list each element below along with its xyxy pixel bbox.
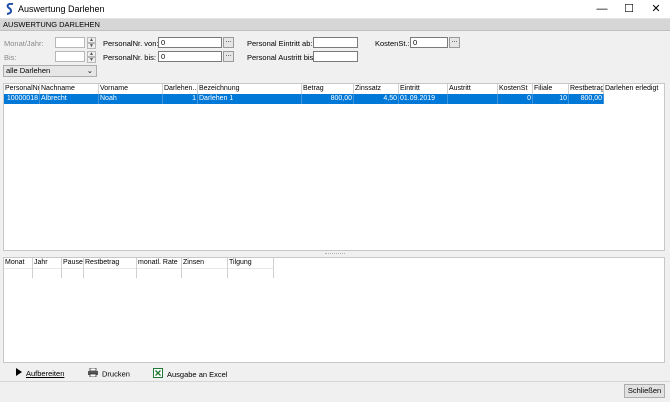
col-nachname[interactable]: Nachname — [40, 84, 99, 94]
footer-bar — [0, 381, 670, 402]
close-window-button[interactable]: ✕ — [642, 0, 670, 18]
personal-von-label: PersonalNr. von: — [103, 39, 159, 48]
title-bar: Auswertung Darlehen — ☐ ✕ — [0, 0, 670, 19]
col-vorname[interactable]: Vorname — [99, 84, 163, 94]
cell-bezeichnung: Darlehen 1 — [198, 94, 302, 104]
bis-field[interactable] — [55, 51, 85, 62]
excel-icon — [153, 368, 163, 382]
drucken-button[interactable]: Drucken — [88, 367, 130, 381]
col-darlehen-nr[interactable]: Darlehen... — [163, 84, 198, 94]
cell-kostenst: 0 — [498, 94, 533, 104]
drucken-label: Drucken — [102, 369, 130, 379]
personal-bis-field[interactable]: 0 — [158, 51, 222, 62]
cell-darlehen-nr: 1 — [163, 94, 198, 104]
eintritt-field[interactable] — [313, 37, 358, 48]
kostenst-field[interactable]: 0 — [410, 37, 448, 48]
col-monatl-rate[interactable]: monatl. Rate — [137, 258, 182, 278]
darlehen-table[interactable]: PersonalNr Nachname Vorname Darlehen... … — [3, 83, 665, 251]
kostenst-lookup-button[interactable]: ... — [449, 37, 460, 48]
table-header: PersonalNr Nachname Vorname Darlehen... … — [4, 84, 664, 94]
col-pause[interactable]: Pause — [62, 258, 84, 278]
maximize-button[interactable]: ☐ — [615, 0, 643, 18]
personal-von-field[interactable]: 0 — [158, 37, 222, 48]
play-icon — [16, 368, 22, 380]
cell-betrag: 800,00 — [302, 94, 354, 104]
bis-down-icon[interactable]: ▼ — [87, 57, 96, 63]
col-kostenst[interactable]: KostenSt — [498, 84, 533, 94]
personal-bis-lookup-button[interactable]: ... — [223, 51, 234, 62]
aufbereiten-label: Aufbereiten — [26, 369, 65, 378]
chevron-down-icon: ⌄ — [86, 66, 93, 75]
table-row[interactable]: 10000018 Albrecht Noah 1 Darlehen 1 800,… — [4, 94, 604, 104]
cell-austritt — [448, 94, 498, 104]
col-eintritt[interactable]: Eintritt — [399, 84, 448, 94]
printer-icon — [88, 367, 98, 381]
cell-filiale: 10 — [533, 94, 569, 104]
personal-von-lookup-button[interactable]: ... — [223, 37, 234, 48]
eintritt-label: Personal Eintritt ab: — [247, 39, 313, 48]
personal-bis-label: PersonalNr. bis: — [103, 53, 156, 62]
col-austritt[interactable]: Austritt — [448, 84, 498, 94]
app-logo-icon — [6, 3, 14, 15]
cell-restbetrag: 800,00 — [569, 94, 604, 104]
monat-jahr-label: Monat/Jahr: — [4, 39, 44, 48]
monat-jahr-field[interactable] — [55, 37, 85, 48]
section-header-label: AUSWERTUNG DARLEHEN — [3, 20, 100, 29]
col-filiale[interactable]: Filiale — [533, 84, 569, 94]
splitter-handle[interactable] — [325, 253, 345, 256]
austritt-label: Personal Austritt bis: — [247, 53, 316, 62]
section-header: AUSWERTUNG DARLEHEN — [0, 19, 670, 31]
cell-nachname: Albrecht — [40, 94, 99, 104]
excel-export-label: Ausgabe an Excel — [167, 369, 228, 379]
excel-export-button[interactable]: Ausgabe an Excel — [153, 368, 227, 380]
col-restbetrag[interactable]: Restbetrag — [569, 84, 604, 94]
col-personalnr[interactable]: PersonalNr — [4, 84, 40, 94]
darlehen-status-value: alle Darlehen — [6, 66, 51, 75]
minimize-button[interactable]: — — [588, 0, 616, 18]
tilgung-table[interactable]: Monat Jahr Pause Restbetrag monatl. Rate… — [3, 257, 665, 363]
austritt-field[interactable] — [313, 51, 358, 62]
cell-personalnr: 10000018 — [4, 94, 40, 104]
cell-zinssatz: 4,50 — [354, 94, 399, 104]
schliessen-button[interactable]: Schließen — [624, 384, 665, 398]
darlehen-status-select[interactable]: alle Darlehen ⌄ — [3, 65, 97, 77]
col-zinsen[interactable]: Zinsen — [182, 258, 228, 278]
col-bezeichnung[interactable]: Bezeichnung — [198, 84, 302, 94]
kostenst-label: KostenSt.: — [375, 39, 410, 48]
col-betrag[interactable]: Betrag — [302, 84, 354, 94]
cell-vorname: Noah — [99, 94, 163, 104]
aufbereiten-button[interactable]: Aufbereiten — [16, 368, 64, 380]
col-jahr[interactable]: Jahr — [33, 258, 62, 278]
window-title: Auswertung Darlehen — [18, 4, 105, 14]
col-darlehen-erledigt[interactable]: Darlehen erledigt — [604, 84, 664, 94]
bis-label: Bis: — [4, 53, 17, 62]
cell-eintritt: 01.09.2019 — [399, 94, 448, 104]
col-zinssatz[interactable]: Zinssatz — [354, 84, 399, 94]
monat-jahr-down-icon[interactable]: ▼ — [87, 43, 96, 49]
col-monat[interactable]: Monat — [4, 258, 33, 278]
col-tilgung[interactable]: Tilgung — [228, 258, 274, 278]
col-sub-restbetrag[interactable]: Restbetrag — [84, 258, 137, 278]
